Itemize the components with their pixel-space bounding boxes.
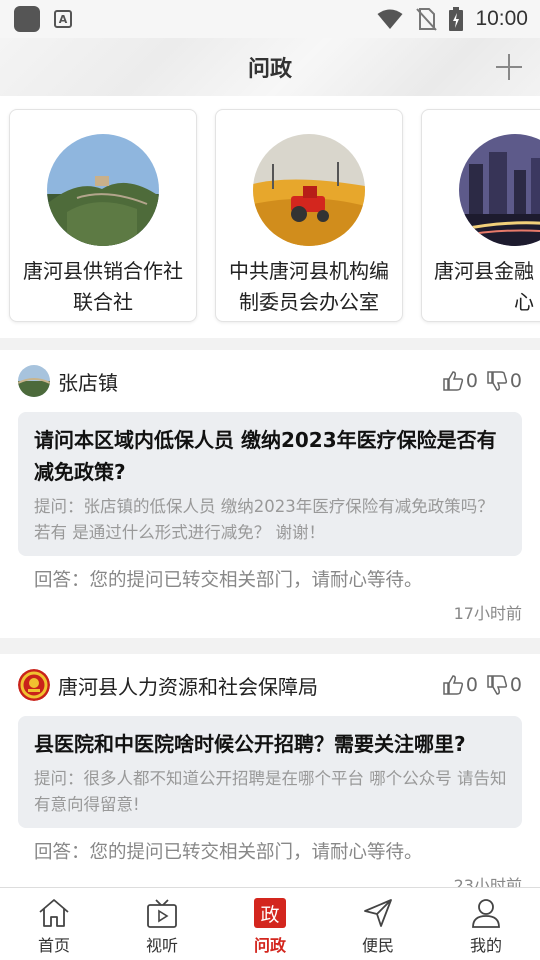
like-button[interactable]: 0 bbox=[442, 674, 478, 696]
department-avatar bbox=[253, 134, 365, 246]
send-icon bbox=[361, 896, 395, 930]
wifi-icon bbox=[377, 9, 403, 29]
author-avatar bbox=[18, 365, 50, 397]
department-card[interactable]: 唐河县供销合作社 联合社 bbox=[9, 109, 197, 322]
tab-home[interactable]: 首页 bbox=[0, 888, 108, 960]
tab-media[interactable]: 视听 bbox=[108, 888, 216, 960]
author-avatar bbox=[18, 669, 50, 701]
post-header: 唐河县人力资源和社会保障局 0 0 bbox=[18, 654, 522, 716]
question-feed: 张店镇 0 0 请问本区域内低保人员 缴纳2023年医疗保险是否有减免政策? 提… bbox=[0, 350, 540, 910]
thumbs-up-icon bbox=[443, 675, 463, 695]
no-sim-icon bbox=[416, 8, 438, 31]
tab-wenzheng[interactable]: 政 问政 bbox=[216, 888, 324, 960]
user-icon bbox=[469, 896, 503, 930]
app-notification-icon bbox=[14, 6, 40, 32]
tab-mine[interactable]: 我的 bbox=[432, 888, 540, 960]
question-detail: 提问：很多人都不知道公开招聘是在哪个平台 哪个公众号 请告知 有意向得留意! bbox=[34, 769, 507, 814]
zheng-icon: 政 bbox=[253, 896, 287, 930]
battery-icon bbox=[449, 7, 464, 31]
department-avatar bbox=[47, 134, 159, 246]
like-count: 0 bbox=[465, 370, 478, 392]
tab-services[interactable]: 便民 bbox=[324, 888, 432, 960]
question-title: 请问本区域内低保人员 缴纳2023年医疗保险是否有减免政策? bbox=[34, 428, 497, 484]
vote-controls: 0 0 bbox=[442, 674, 522, 696]
post-time: 17小时前 bbox=[453, 604, 522, 623]
question-box[interactable]: 县医院和中医院啥时候公开招聘？需要关注哪里? 提问：很多人都不知道公开招聘是在哪… bbox=[18, 716, 522, 828]
department-card[interactable]: 唐河县金融 心 bbox=[421, 109, 540, 322]
bottom-nav: 首页 视听 政 问政 便民 我的 bbox=[0, 887, 540, 960]
add-question-button[interactable] bbox=[494, 52, 524, 82]
department-carousel[interactable]: 唐河县供销合作社 联合社 中共唐河县机构编 制委员会办公室 唐河县金融 心 bbox=[0, 96, 540, 338]
department-name: 唐河县供销合作社 联合社 bbox=[23, 259, 183, 314]
home-icon bbox=[37, 896, 71, 930]
thumbs-up-icon bbox=[443, 371, 463, 391]
question-title: 县医院和中医院啥时候公开招聘？需要关注哪里? bbox=[34, 732, 466, 756]
app-header: 问政 bbox=[0, 38, 540, 96]
dislike-button[interactable]: 0 bbox=[486, 370, 522, 392]
department-name: 中共唐河县机构编 制委员会办公室 bbox=[229, 259, 389, 314]
author-name[interactable]: 唐河县人力资源和社会保障局 bbox=[58, 671, 318, 700]
dislike-count: 0 bbox=[509, 370, 522, 392]
like-button[interactable]: 0 bbox=[442, 370, 478, 392]
answer-text: 回答：您的提问已转交相关部门，请耐心等待。 bbox=[34, 842, 423, 863]
question-detail: 提问：张店镇的低保人员 缴纳2023年医疗保险有减免政策吗？若有 是通过什么形式… bbox=[34, 497, 494, 542]
thumbs-down-icon bbox=[487, 371, 507, 391]
dislike-count: 0 bbox=[509, 674, 522, 696]
author-name[interactable]: 张店镇 bbox=[58, 367, 118, 396]
dislike-button[interactable]: 0 bbox=[486, 674, 522, 696]
clock: 10:00 bbox=[475, 7, 528, 30]
tv-icon bbox=[145, 896, 179, 930]
department-avatar bbox=[459, 134, 540, 246]
page-title: 问政 bbox=[247, 57, 292, 82]
status-bar: A 10:00 bbox=[0, 0, 540, 38]
font-notification-icon: A bbox=[54, 10, 72, 28]
vote-controls: 0 0 bbox=[442, 370, 522, 392]
question-box[interactable]: 请问本区域内低保人员 缴纳2023年医疗保险是否有减免政策? 提问：张店镇的低保… bbox=[18, 412, 522, 556]
question-post[interactable]: 张店镇 0 0 请问本区域内低保人员 缴纳2023年医疗保险是否有减免政策? 提… bbox=[0, 350, 540, 638]
post-header: 张店镇 0 0 bbox=[18, 350, 522, 412]
thumbs-down-icon bbox=[487, 675, 507, 695]
department-name: 唐河县金融 心 bbox=[434, 259, 534, 314]
like-count: 0 bbox=[465, 674, 478, 696]
department-card[interactable]: 中共唐河县机构编 制委员会办公室 bbox=[215, 109, 403, 322]
answer-text: 回答：您的提问已转交相关部门，请耐心等待。 bbox=[34, 570, 423, 591]
question-post[interactable]: 唐河县人力资源和社会保障局 0 0 县医院和中医院啥时候公开招聘？需要关注哪里? bbox=[0, 654, 540, 910]
